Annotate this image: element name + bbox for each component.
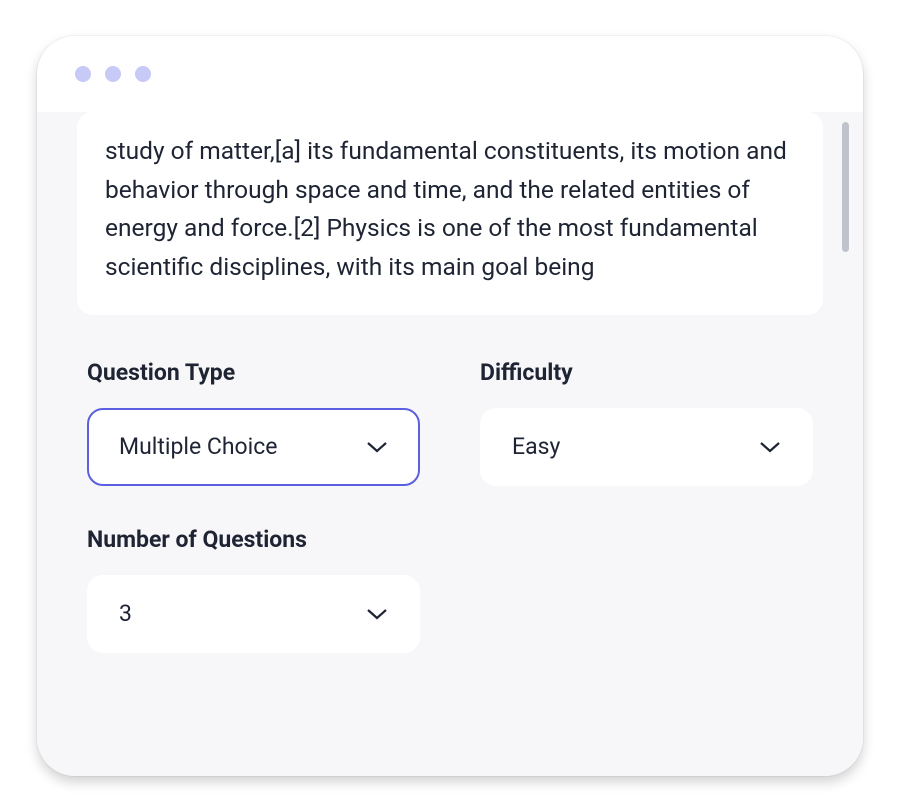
chevron-down-icon	[759, 440, 781, 454]
window-dot-1	[75, 66, 91, 82]
num-questions-field: Number of Questions 3	[87, 526, 420, 653]
question-type-value: Multiple Choice	[119, 433, 277, 460]
difficulty-label: Difficulty	[480, 359, 813, 386]
question-type-select[interactable]: Multiple Choice	[87, 408, 420, 486]
window-titlebar	[37, 36, 863, 112]
chevron-down-icon	[366, 440, 388, 454]
num-questions-value: 3	[119, 600, 132, 627]
content-area: study of matter,[a] its fundamental cons…	[37, 112, 863, 776]
form-controls: Question Type Multiple Choice Difficulty…	[77, 359, 823, 653]
num-questions-select[interactable]: 3	[87, 575, 420, 653]
window-dot-3	[135, 66, 151, 82]
app-window: study of matter,[a] its fundamental cons…	[37, 36, 863, 776]
window-dot-2	[105, 66, 121, 82]
difficulty-select[interactable]: Easy	[480, 408, 813, 486]
question-type-label: Question Type	[87, 359, 420, 386]
chevron-down-icon	[366, 607, 388, 621]
num-questions-label: Number of Questions	[87, 526, 420, 553]
difficulty-field: Difficulty Easy	[480, 359, 813, 486]
question-type-field: Question Type Multiple Choice	[87, 359, 420, 486]
source-text-content: study of matter,[a] its fundamental cons…	[105, 132, 795, 287]
difficulty-value: Easy	[512, 433, 560, 460]
scrollbar-thumb[interactable]	[842, 122, 849, 252]
source-text-block: study of matter,[a] its fundamental cons…	[77, 112, 823, 315]
